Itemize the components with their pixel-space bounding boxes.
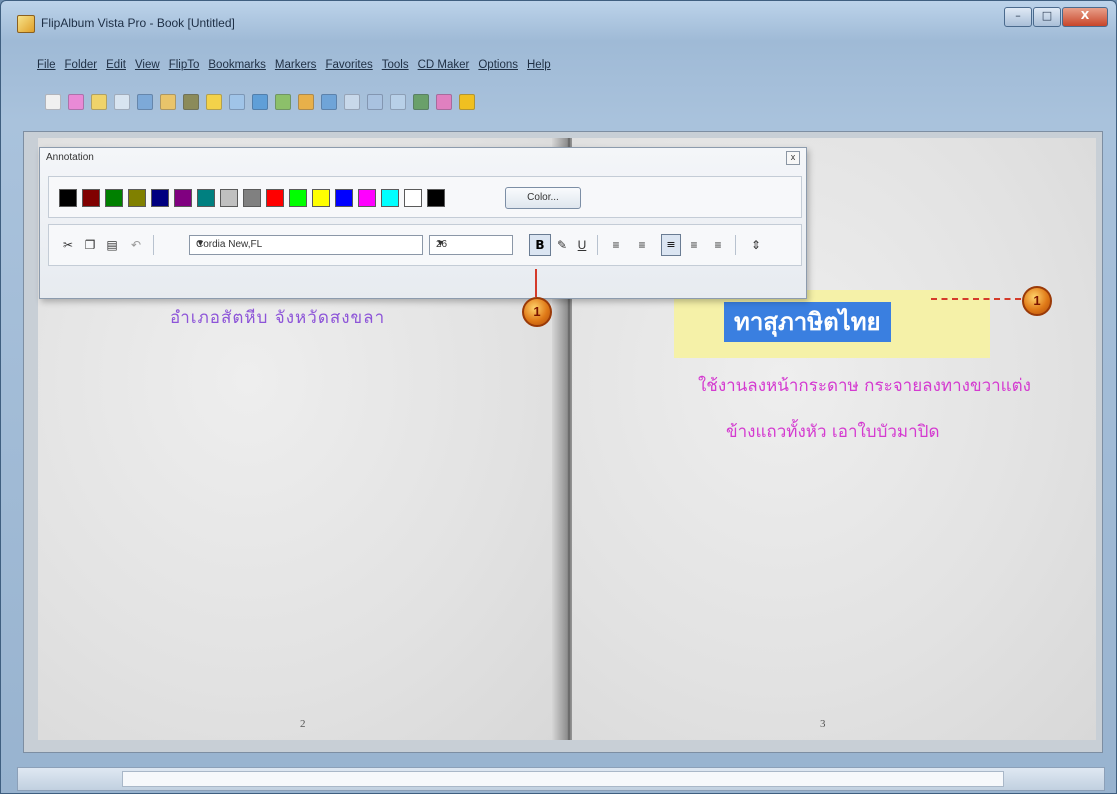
toolbar-button-icon[interactable] [91,94,107,110]
toolbar-button-icon[interactable] [45,94,61,110]
color-swatch[interactable] [82,189,100,207]
annotation-close-button[interactable]: x [786,151,800,165]
color-swatch[interactable] [59,189,77,207]
font-size-select[interactable]: 26 ▼ [429,235,513,255]
toolbar [45,93,475,111]
color-swatch[interactable] [243,189,261,207]
italic-pen-icon[interactable]: ✎ [555,238,569,252]
callout-marker-title: 1 [1022,286,1052,316]
color-swatch[interactable] [381,189,399,207]
justify-icon[interactable]: ≡ [711,238,725,252]
underline-icon[interactable]: U [575,238,589,252]
color-swatch[interactable] [197,189,215,207]
title-bar[interactable]: FlipAlbum Vista Pro - Book [Untitled] – … [1,1,1116,37]
app-icon [17,15,35,33]
color-swatch[interactable] [105,189,123,207]
font-family-select[interactable]: Cordia New,FL ▼ [189,235,423,255]
cut-icon[interactable]: ✂ [61,238,75,252]
menu-favorites[interactable]: Favorites [325,59,372,77]
menu-bar: File Folder Edit View FlipTo Bookmarks M… [37,59,551,77]
menu-flipto[interactable]: FlipTo [169,59,200,77]
close-button[interactable]: X [1062,7,1108,27]
right-page-line-2: ข้างแถวทั้งหัว เอาใบบัวมาปิด [726,422,940,442]
annotation-panel: Annotation x Color... ✂ ❐ ▤ ↶ Cordia New… [39,147,807,299]
menu-bookmarks[interactable]: Bookmarks [208,59,266,77]
left-page-text: อำเภอสัตหีบ จังหวัดสงขลา [170,308,386,328]
color-swatch[interactable] [404,189,422,207]
toolbar-button-icon[interactable] [137,94,153,110]
toolbar-button-icon[interactable] [459,94,475,110]
toolbar-button-icon[interactable] [252,94,268,110]
menu-tools[interactable]: Tools [382,59,409,77]
format-row: ✂ ❐ ▤ ↶ Cordia New,FL ▼ 26 ▼ B ✎ U ≡ ≡ ≡… [48,224,802,266]
color-palette-row: Color... [48,176,802,218]
menu-cd-maker[interactable]: CD Maker [418,59,470,77]
align-right-icon[interactable]: ≡ [687,238,701,252]
toolbar-button-icon[interactable] [367,94,383,110]
chevron-down-icon: ▼ [436,238,445,248]
color-swatch[interactable] [266,189,284,207]
window-controls: – □ X [1003,7,1108,27]
color-picker-button[interactable]: Color... [505,187,581,209]
toolbar-button-icon[interactable] [114,94,130,110]
separator [735,235,736,255]
toolbar-button-icon[interactable] [160,94,176,110]
toolbar-button-icon[interactable] [275,94,291,110]
chevron-down-icon: ▼ [196,238,205,248]
toolbar-button-icon[interactable] [390,94,406,110]
status-field [122,771,1004,787]
menu-file[interactable]: File [37,59,56,77]
toolbar-button-icon[interactable] [183,94,199,110]
menu-markers[interactable]: Markers [275,59,317,77]
align-left-icon[interactable]: ≡ [609,238,623,252]
toolbar-button-icon[interactable] [298,94,314,110]
selected-title-text[interactable]: ทาสุภาษิตไทย [724,302,891,342]
menu-view[interactable]: View [135,59,160,77]
toolbar-button-icon[interactable] [344,94,360,110]
color-swatch[interactable] [312,189,330,207]
color-swatch[interactable] [151,189,169,207]
line-spacing-icon[interactable]: ⇕ [749,238,763,252]
align-center-button[interactable]: ≡ [661,234,681,256]
toolbar-button-icon[interactable] [206,94,222,110]
callout-arrow-up [535,269,537,297]
menu-options[interactable]: Options [478,59,518,77]
toolbar-button-icon[interactable] [436,94,452,110]
color-swatch[interactable] [174,189,192,207]
color-swatch[interactable] [128,189,146,207]
color-swatch[interactable] [335,189,353,207]
color-swatch[interactable] [220,189,238,207]
bold-button[interactable]: B [529,234,551,256]
separator [597,235,598,255]
menu-edit[interactable]: Edit [106,59,126,77]
right-page-number: 3 [820,718,826,730]
callout-dashed-arrow [931,298,1021,302]
copy-icon[interactable]: ❐ [83,238,97,252]
right-page-line-1: ใช้งานลงหน้ากระดาษ กระจายลงทางขวาแต่ง [698,376,1031,396]
toolbar-button-icon[interactable] [229,94,245,110]
toolbar-button-icon[interactable] [413,94,429,110]
minimize-button[interactable]: – [1004,7,1032,27]
toolbar-button-icon[interactable] [321,94,337,110]
color-swatches [59,189,445,207]
color-swatch[interactable] [358,189,376,207]
color-swatch[interactable] [427,189,445,207]
toolbar-button-icon[interactable] [68,94,84,110]
menu-folder[interactable]: Folder [65,59,98,77]
app-window: FlipAlbum Vista Pro - Book [Untitled] – … [0,0,1117,794]
annotation-header[interactable]: Annotation x [40,148,806,166]
color-swatch[interactable] [289,189,307,207]
undo-icon[interactable]: ↶ [129,238,143,252]
menu-help[interactable]: Help [527,59,551,77]
paste-icon[interactable]: ▤ [105,238,119,252]
annotation-title: Annotation [46,152,94,163]
status-bar [17,767,1105,791]
separator [153,235,154,255]
window-title: FlipAlbum Vista Pro - Book [Untitled] [41,16,235,30]
callout-marker-bold: 1 [522,297,552,327]
align-left-2-icon[interactable]: ≡ [635,238,649,252]
maximize-button[interactable]: □ [1033,7,1061,27]
left-page-number: 2 [300,718,306,730]
